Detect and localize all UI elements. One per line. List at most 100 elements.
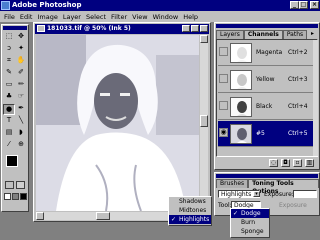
toolbox-title-bar[interactable] xyxy=(3,26,27,30)
channel-name: Black xyxy=(256,103,273,110)
line-tool-icon[interactable]: ╲ xyxy=(15,116,27,127)
hand-tool-icon[interactable]: ✋ xyxy=(15,56,27,67)
crop-tool-icon[interactable]: ⌗ xyxy=(3,56,15,67)
maximize-button[interactable]: □ xyxy=(299,1,308,9)
option-label: Burn xyxy=(241,219,256,226)
visibility-toggle[interactable] xyxy=(219,74,228,83)
channel-thumbnail xyxy=(230,124,252,144)
menu-select[interactable]: Select xyxy=(86,13,106,21)
tab-paths[interactable]: Paths xyxy=(282,30,308,39)
paintbrush-tool-icon[interactable]: ✐ xyxy=(15,68,27,79)
document-close-button[interactable] xyxy=(200,25,208,32)
menu-filter[interactable]: Filter xyxy=(111,13,127,21)
range-option-highlights[interactable]: ✓ Highlights xyxy=(169,215,211,224)
eye-icon[interactable]: ◉ xyxy=(219,128,228,137)
standard-mode-icon[interactable] xyxy=(5,181,14,189)
toolbox: ⬚ ✥ ↄ ✦ ⌗ ✋ ✎ ✐ ▭ ✏ ♣ ☞ ● ✒ T ╲ ▤ ◗ ⁄ ⊕ xyxy=(1,24,29,212)
tab-brushes[interactable]: Brushes xyxy=(216,179,249,188)
channel-name: Yellow xyxy=(256,76,275,83)
menu-file[interactable]: File xyxy=(4,13,15,21)
rubber-stamp-tool-icon[interactable]: ♣ xyxy=(3,92,15,103)
range-option-shadows[interactable]: Shadows xyxy=(169,197,211,206)
document-minimize-button[interactable] xyxy=(182,25,190,32)
new-channel-icon[interactable]: ▫ xyxy=(293,159,302,167)
channels-panel-title-bar[interactable] xyxy=(216,24,318,28)
screen-mode-full-menu-icon[interactable] xyxy=(12,193,19,200)
move-tool-icon[interactable]: ✥ xyxy=(15,32,27,43)
photoshop-app-icon[interactable] xyxy=(1,1,10,10)
lasso-tool-icon[interactable]: ↄ xyxy=(3,44,15,55)
dodge-tool-icon[interactable]: ● xyxy=(3,104,15,115)
document-icon[interactable] xyxy=(37,25,45,32)
type-tool-icon[interactable]: T xyxy=(3,116,15,127)
smudge-tool-icon[interactable]: ☞ xyxy=(15,92,27,103)
channel-row-black[interactable]: Black Ctrl+4 xyxy=(218,94,314,120)
menu-layer[interactable]: Layer xyxy=(63,13,81,21)
range-dropdown-menu: Shadows Midtones ✓ Highlights xyxy=(168,196,212,226)
scroll-left-arrow-icon[interactable] xyxy=(36,212,44,220)
channel-shortcut: Ctrl+2 xyxy=(288,49,308,56)
menu-view[interactable]: View xyxy=(132,13,147,21)
menu-edit[interactable]: Edit xyxy=(20,13,33,21)
option-label: Dodge xyxy=(241,210,261,217)
document-window: 181033.tif @ 50% (Ink 5) xyxy=(33,22,211,222)
tab-toning-tools-options[interactable]: Toning Tools Options xyxy=(248,179,319,195)
panel-menu-arrow-icon[interactable]: ▸ xyxy=(311,30,314,37)
minimize-button[interactable]: _ xyxy=(290,1,299,9)
menu-window[interactable]: Window xyxy=(153,13,179,21)
close-button[interactable]: × xyxy=(310,1,319,9)
tool-option-sponge[interactable]: Sponge xyxy=(231,227,269,236)
image-canvas[interactable] xyxy=(36,35,199,211)
option-label: Highlights xyxy=(179,216,210,223)
portrait-photo xyxy=(36,35,199,211)
document-maximize-button[interactable] xyxy=(191,25,199,32)
tool-dropdown-menu: ✓ Dodge Burn Sponge xyxy=(230,208,270,238)
visibility-toggle[interactable] xyxy=(219,47,228,56)
menu-help[interactable]: Help xyxy=(183,13,198,21)
vertical-scrollbar[interactable] xyxy=(200,35,208,211)
toning-panel-title-bar[interactable] xyxy=(216,174,318,178)
marquee-tool-icon[interactable]: ⬚ xyxy=(3,32,15,43)
channel-list-scrollbar[interactable] xyxy=(313,40,318,156)
paint-bucket-tool-icon[interactable]: ◗ xyxy=(15,128,27,139)
exposure-label: Exposure: xyxy=(264,191,294,198)
option-label: Sponge xyxy=(241,228,264,235)
screen-mode-standard-icon[interactable] xyxy=(4,193,11,200)
tool-option-burn[interactable]: Burn xyxy=(231,218,269,227)
tab-channels[interactable]: Channels xyxy=(243,30,283,39)
gradient-tool-icon[interactable]: ▤ xyxy=(3,128,15,139)
load-selection-icon[interactable]: ◌ xyxy=(269,159,278,167)
tool-option-dodge[interactable]: ✓ Dodge xyxy=(231,209,269,218)
channel-shortcut: Ctrl+5 xyxy=(288,130,308,137)
channel-row-magenta[interactable]: Magenta Ctrl+2 xyxy=(218,40,314,66)
save-selection-icon[interactable]: ◘ xyxy=(281,159,290,167)
channel-row-yellow[interactable]: Yellow Ctrl+3 xyxy=(218,67,314,93)
channel-name: Magenta xyxy=(256,49,283,56)
screen-mode-full-icon[interactable] xyxy=(20,193,27,200)
app-title: Adobe Photoshop xyxy=(12,1,82,9)
visibility-toggle[interactable] xyxy=(219,101,228,110)
trash-icon[interactable]: ▥ xyxy=(305,159,314,167)
menu-image[interactable]: Image xyxy=(37,13,57,21)
magic-wand-tool-icon[interactable]: ✦ xyxy=(15,44,27,55)
zoom-tool-icon[interactable]: ⊕ xyxy=(15,140,27,151)
channel-row-5[interactable]: ◉ #5 Ctrl+5 xyxy=(218,121,314,147)
vertical-scroll-thumb[interactable] xyxy=(200,115,208,127)
foreground-color-swatch[interactable] xyxy=(6,155,18,167)
scroll-up-arrow-icon[interactable] xyxy=(200,35,208,43)
pen-tool-icon[interactable]: ✒ xyxy=(15,104,27,115)
eraser-tool-icon[interactable]: ▭ xyxy=(3,80,15,91)
channel-name: #5 xyxy=(256,130,265,137)
horizontal-scroll-thumb[interactable] xyxy=(96,212,110,220)
check-icon: ✓ xyxy=(233,210,239,217)
pencil-tool-icon[interactable]: ✏ xyxy=(15,80,27,91)
chevron-down-icon[interactable]: ▾ xyxy=(253,191,260,197)
check-icon: ✓ xyxy=(171,216,177,223)
range-option-midtones[interactable]: Midtones xyxy=(169,206,211,215)
exposure-field[interactable] xyxy=(293,190,317,198)
quick-mask-mode-icon[interactable] xyxy=(16,181,25,189)
airbrush-tool-icon[interactable]: ✎ xyxy=(3,68,15,79)
tab-layers[interactable]: Layers xyxy=(216,30,244,39)
eyedropper-tool-icon[interactable]: ⁄ xyxy=(3,140,15,151)
channel-list: Magenta Ctrl+2 Yellow Ctrl+3 Black Ctrl+… xyxy=(216,39,318,157)
